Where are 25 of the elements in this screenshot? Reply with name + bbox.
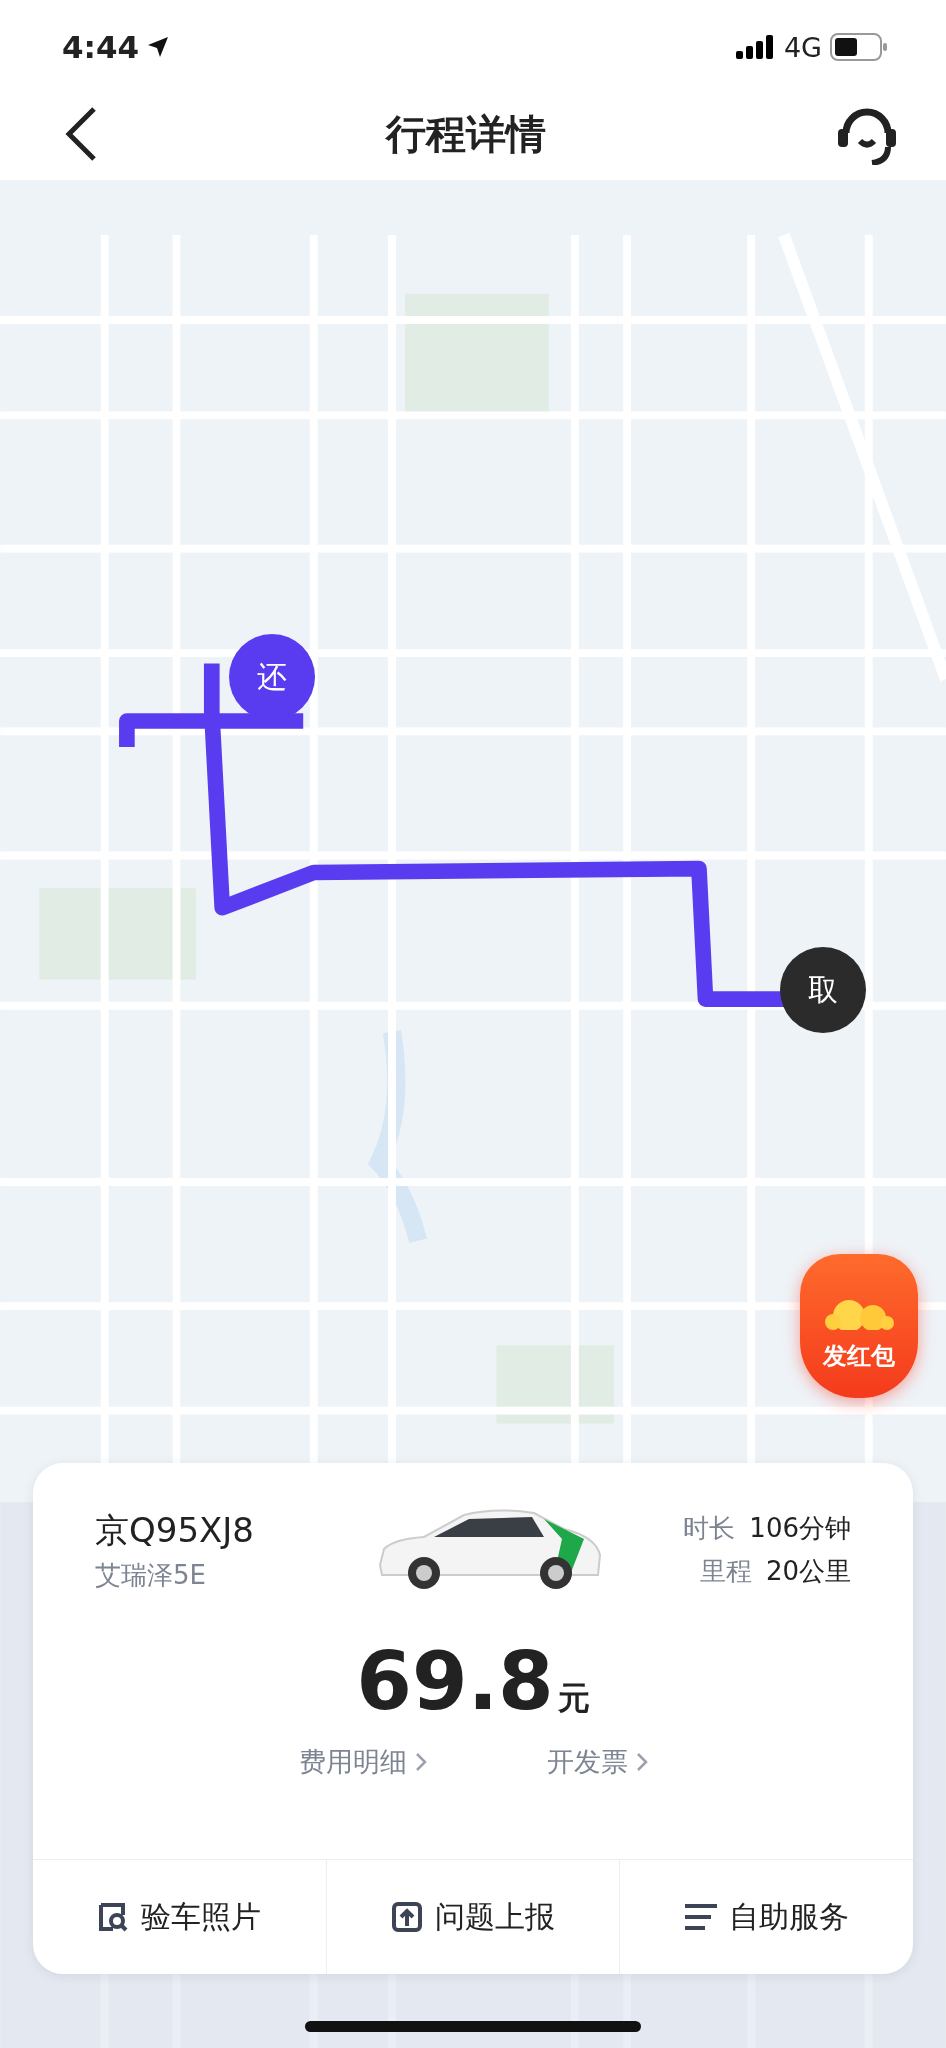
stat-value: 106分钟 bbox=[749, 1512, 851, 1545]
action-button[interactable]: 验车照片 bbox=[33, 1860, 326, 1974]
network-type: 4G bbox=[783, 31, 822, 63]
detail-link[interactable]: 开发票 bbox=[546, 1744, 648, 1780]
photo-search-icon bbox=[97, 1901, 130, 1933]
menu-icon bbox=[684, 1903, 717, 1931]
location-arrow-icon bbox=[147, 36, 170, 58]
page-title: 行程详情 bbox=[386, 109, 546, 159]
stat-value: 20公里 bbox=[765, 1555, 851, 1588]
currency-unit: 元 bbox=[557, 1678, 590, 1719]
detail-link[interactable]: 费用明细 bbox=[298, 1744, 427, 1780]
car-model: 艾瑞泽5E bbox=[95, 1558, 207, 1592]
battery-icon bbox=[830, 33, 888, 61]
action-button[interactable]: 问题上报 bbox=[325, 1860, 620, 1974]
chevron-right-icon bbox=[635, 1751, 648, 1773]
chevron-right-icon bbox=[414, 1751, 427, 1773]
stat-label: 时长 bbox=[683, 1512, 736, 1545]
action-button[interactable]: 自助服务 bbox=[619, 1860, 913, 1974]
stat-label: 里程 bbox=[699, 1555, 752, 1588]
license-plate: 京Q95XJ8 bbox=[95, 1508, 255, 1552]
signal-icon bbox=[735, 35, 776, 59]
status-time: 4:44 bbox=[62, 29, 140, 65]
upload-icon bbox=[391, 1901, 423, 1933]
back-button[interactable] bbox=[64, 106, 98, 162]
fare-amount: 69.8 bbox=[356, 1635, 554, 1728]
